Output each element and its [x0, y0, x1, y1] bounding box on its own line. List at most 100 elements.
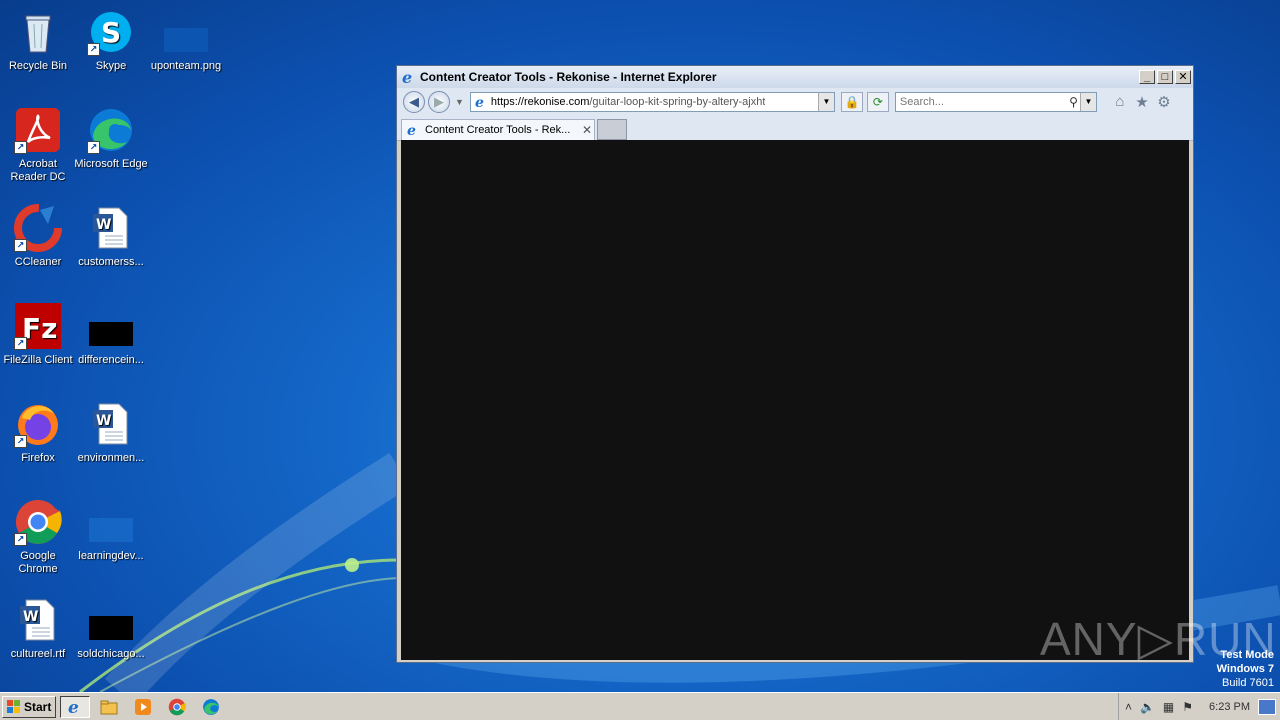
- window-title: Content Creator Tools - Rekonise - Inter…: [420, 70, 717, 84]
- new-tab-button[interactable]: [597, 119, 627, 140]
- taskbar-explorer-button[interactable]: [94, 696, 124, 718]
- favorites-star-icon[interactable]: ★: [1131, 93, 1153, 111]
- maximize-button[interactable]: □: [1157, 70, 1173, 84]
- tab-content-creator-tools[interactable]: e Content Creator Tools - Rek... ✕: [401, 119, 595, 140]
- address-dropdown-icon[interactable]: ▼: [817, 93, 834, 111]
- word-doc-icon: W: [87, 204, 135, 252]
- chrome-icon: [169, 698, 187, 715]
- desktop-icon-customerss[interactable]: W customerss...: [73, 204, 149, 269]
- taskbar-ie-button[interactable]: e: [60, 695, 91, 718]
- build-line: Build 7601: [1222, 677, 1274, 689]
- word-doc-icon: W: [14, 596, 62, 644]
- desktop-icon-recycle-bin[interactable]: Recycle Bin: [0, 8, 76, 73]
- desktop-icon-edge[interactable]: ↗ Microsoft Edge: [73, 106, 149, 171]
- tab-ie-icon: e: [407, 123, 416, 137]
- recent-pages-chevron-icon[interactable]: ▼: [455, 97, 464, 107]
- svg-text:e: e: [475, 95, 484, 109]
- svg-text:e: e: [402, 69, 412, 85]
- system-tray: ˄ 🔈 ▦ ⚑ 6:23 PM: [1117, 693, 1280, 720]
- show-desktop-button[interactable]: [1258, 698, 1276, 715]
- desktop-icon-soldchicago[interactable]: soldchicago...: [73, 596, 149, 661]
- svg-text:W: W: [96, 217, 111, 233]
- back-button[interactable]: ◀: [403, 91, 425, 113]
- black-file-icon: [87, 302, 135, 350]
- desktop-icon-label: Recycle Bin: [8, 60, 68, 72]
- desktop-icon-firefox[interactable]: ↗ Firefox: [0, 400, 76, 465]
- folder-icon: [100, 700, 118, 714]
- minimize-button[interactable]: _: [1139, 70, 1155, 84]
- start-button[interactable]: Start: [2, 695, 57, 718]
- gear-icon[interactable]: ⚙: [1153, 93, 1175, 111]
- navigation-bar: ◀ ▶ ▼ e https://rekonise.com/guitar-loop…: [397, 88, 1193, 116]
- volume-icon[interactable]: 🔈: [1140, 700, 1155, 714]
- svg-text:Fz: Fz: [22, 312, 57, 345]
- svg-text:S: S: [101, 16, 121, 49]
- desktop-icon-label: soldchicago...: [77, 648, 145, 660]
- edge-icon: ↗: [87, 106, 135, 154]
- desktop-icon-label: Skype: [95, 60, 127, 72]
- address-bar[interactable]: e https://rekonise.com/guitar-loop-kit-s…: [469, 92, 835, 112]
- test-mode-notice: Test Mode Windows 7 Build 7601: [1217, 648, 1274, 690]
- desktop-icon-uponteam[interactable]: uponteam.png: [148, 8, 224, 73]
- taskbar: Start e ˄ 🔈 ▦ ⚑ 6:23 PM: [0, 692, 1280, 720]
- lock-icon[interactable]: 🔒: [840, 92, 863, 112]
- tab-bar: e Content Creator Tools - Rek... ✕: [397, 116, 1193, 141]
- page-content[interactable]: [401, 140, 1189, 660]
- desktop-icon-label: FileZilla Client: [3, 354, 73, 366]
- home-icon[interactable]: ⌂: [1109, 93, 1131, 111]
- blank-file-icon: [87, 498, 135, 546]
- desktop-icon-differencein[interactable]: differencein...: [73, 302, 149, 367]
- taskbar-edge-button[interactable]: [196, 696, 226, 718]
- edge-icon: [203, 698, 220, 715]
- desktop-icon-label: customerss...: [78, 256, 144, 268]
- media-player-icon: [135, 698, 152, 715]
- acrobat-icon: ↗: [14, 106, 62, 154]
- desktop-icon-label: differencein...: [78, 354, 144, 366]
- search-box[interactable]: Search... ⚲ ▼: [894, 92, 1097, 112]
- black-file-icon: [87, 596, 135, 644]
- desktop-icon-ccleaner[interactable]: ↗ CCleaner: [0, 204, 76, 269]
- svg-text:e: e: [407, 123, 416, 137]
- network-icon[interactable]: ▦: [1163, 700, 1174, 714]
- url-host: https://rekonise.com: [490, 96, 590, 108]
- filezilla-icon: Fz ↗: [14, 302, 62, 350]
- windows-version-line: Windows 7: [1216, 663, 1274, 675]
- desktop-icon-label: CCleaner: [14, 256, 62, 268]
- ie-logo-icon: e: [402, 69, 412, 85]
- tray-expand-chevron-icon[interactable]: ˄: [1125, 700, 1132, 714]
- clock[interactable]: 6:23 PM: [1209, 701, 1250, 713]
- skype-icon: S ↗: [87, 8, 135, 56]
- page-ie-icon: e: [475, 95, 484, 109]
- ccleaner-icon: ↗: [14, 204, 62, 252]
- taskbar-media-player-button[interactable]: [128, 696, 158, 718]
- title-bar[interactable]: e Content Creator Tools - Rekonise - Int…: [397, 66, 1193, 88]
- desktop-icon-learningdev[interactable]: learningdev...: [73, 498, 149, 563]
- desktop-icon-skype[interactable]: S ↗ Skype: [73, 8, 149, 73]
- chrome-icon: ↗: [14, 498, 62, 546]
- desktop-icon-label: environmen...: [77, 452, 145, 464]
- search-icon[interactable]: ⚲: [1069, 95, 1078, 109]
- svg-text:e: e: [68, 698, 79, 716]
- recycle-bin-icon: [14, 8, 62, 56]
- desktop-icon-environmen[interactable]: W environmen...: [73, 400, 149, 465]
- action-center-flag-icon[interactable]: ⚑: [1182, 700, 1193, 714]
- ie-icon: e: [68, 698, 79, 716]
- forward-button[interactable]: ▶: [428, 91, 450, 113]
- url-path: /guitar-loop-kit-spring-by-altery-ajxht: [589, 96, 766, 108]
- desktop-icon-acrobat[interactable]: ↗ Acrobat Reader DC: [0, 106, 76, 184]
- desktop-icon-cultureel[interactable]: W cultureel.rtf: [0, 596, 76, 661]
- desktop-icon-label: Microsoft Edge: [74, 158, 148, 170]
- refresh-icon[interactable]: ⟳: [866, 92, 889, 112]
- svg-text:W: W: [23, 609, 38, 625]
- svg-text:W: W: [96, 413, 111, 429]
- url-text: https://rekonise.com/guitar-loop-kit-spr…: [491, 96, 766, 108]
- tab-close-icon[interactable]: ✕: [580, 123, 594, 137]
- desktop-icon-filezilla[interactable]: Fz ↗ FileZilla Client: [0, 302, 76, 367]
- taskbar-chrome-button[interactable]: [162, 696, 192, 718]
- desktop-icon-label: Firefox: [21, 452, 55, 464]
- close-button[interactable]: ✕: [1175, 70, 1191, 84]
- search-dropdown-icon[interactable]: ▼: [1079, 93, 1096, 111]
- word-doc-icon: W: [87, 400, 135, 448]
- desktop-icon-chrome[interactable]: ↗ Google Chrome: [0, 498, 76, 576]
- search-placeholder: Search...: [899, 96, 944, 108]
